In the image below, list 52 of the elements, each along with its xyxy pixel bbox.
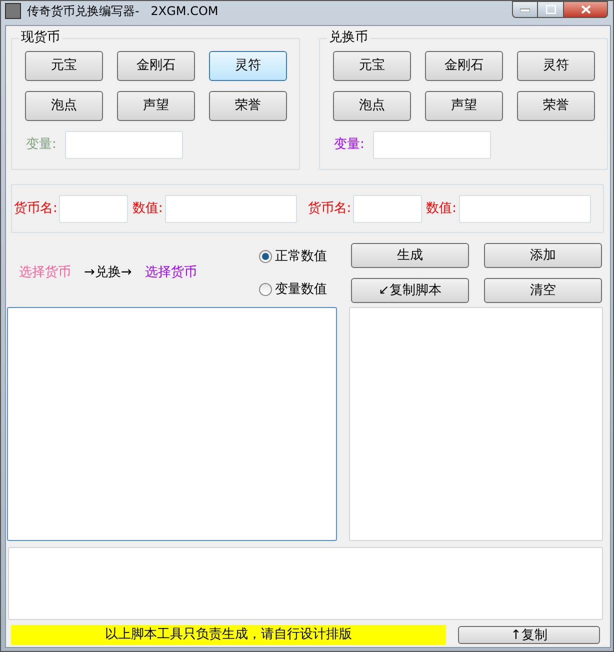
value-input[interactable] xyxy=(458,194,591,222)
radio-button[interactable] xyxy=(259,282,272,296)
output-text-area[interactable] xyxy=(349,307,603,541)
window-title: 传奇货币兑换编写器- 2XGM.COM xyxy=(27,2,218,20)
currency-button[interactable]: 声望 xyxy=(117,91,195,121)
currency-button[interactable]: 荣誉 xyxy=(517,91,595,121)
action-button[interactable]: 清空 xyxy=(484,278,602,303)
action-button[interactable]: 生成 xyxy=(351,243,469,268)
field-label: 货币名: xyxy=(308,200,352,218)
radio-label: 变量数值 xyxy=(275,280,327,298)
radio-option[interactable]: 正常数值 xyxy=(259,247,351,266)
currency-choice-label: 选择货币 xyxy=(144,264,197,282)
action-button[interactable]: 添加 xyxy=(484,243,602,268)
currency-button[interactable]: 声望 xyxy=(425,91,503,121)
currency-button[interactable]: 灵符 xyxy=(209,51,287,81)
currency-button[interactable]: 泡点 xyxy=(333,91,411,121)
currency-button[interactable]: 金刚石 xyxy=(117,51,195,81)
minimize-button[interactable] xyxy=(512,1,538,18)
currency-button[interactable]: 元宝 xyxy=(25,51,103,81)
close-button[interactable] xyxy=(564,1,608,18)
variable-input[interactable] xyxy=(65,131,183,159)
radio-button[interactable] xyxy=(259,250,272,264)
currency-button[interactable]: 元宝 xyxy=(333,51,411,81)
exchange-arrow-label: →兑换→ xyxy=(84,264,132,282)
variable-label: 变量: xyxy=(26,136,58,154)
notice-banner: 以上脚本工具只负责生成，请自行设计排版 xyxy=(11,625,446,645)
currency-button[interactable]: 金刚石 xyxy=(425,51,503,81)
radio-label: 正常数值 xyxy=(275,248,327,266)
variable-label: 变量: xyxy=(334,136,366,154)
currency-button[interactable]: 荣誉 xyxy=(209,91,287,121)
field-label: 货币名: xyxy=(14,200,58,218)
app-icon xyxy=(5,2,21,18)
value-input[interactable] xyxy=(353,194,422,222)
action-button[interactable]: ↙复制脚本 xyxy=(351,278,469,303)
value-input[interactable] xyxy=(59,194,128,222)
currency-choice-label: 选择货币 xyxy=(19,264,71,282)
copy-button[interactable]: ↑复制 xyxy=(458,626,600,644)
script-text-area[interactable] xyxy=(7,307,337,541)
variable-input[interactable] xyxy=(373,131,491,159)
group-title: 兑换币 xyxy=(327,30,370,46)
currency-button[interactable]: 泡点 xyxy=(25,91,103,121)
maximize-button[interactable] xyxy=(538,1,564,18)
group-title: 现货币 xyxy=(19,30,62,46)
close-icon xyxy=(580,5,590,14)
value-input[interactable] xyxy=(164,194,297,222)
field-label: 数值: xyxy=(426,200,457,218)
maximize-icon xyxy=(546,5,556,14)
field-label: 数值: xyxy=(132,200,163,218)
minimize-icon xyxy=(520,8,530,12)
radio-option[interactable]: 变量数值 xyxy=(259,280,351,299)
currency-button[interactable]: 灵符 xyxy=(517,51,595,81)
result-text-area[interactable] xyxy=(8,547,603,620)
